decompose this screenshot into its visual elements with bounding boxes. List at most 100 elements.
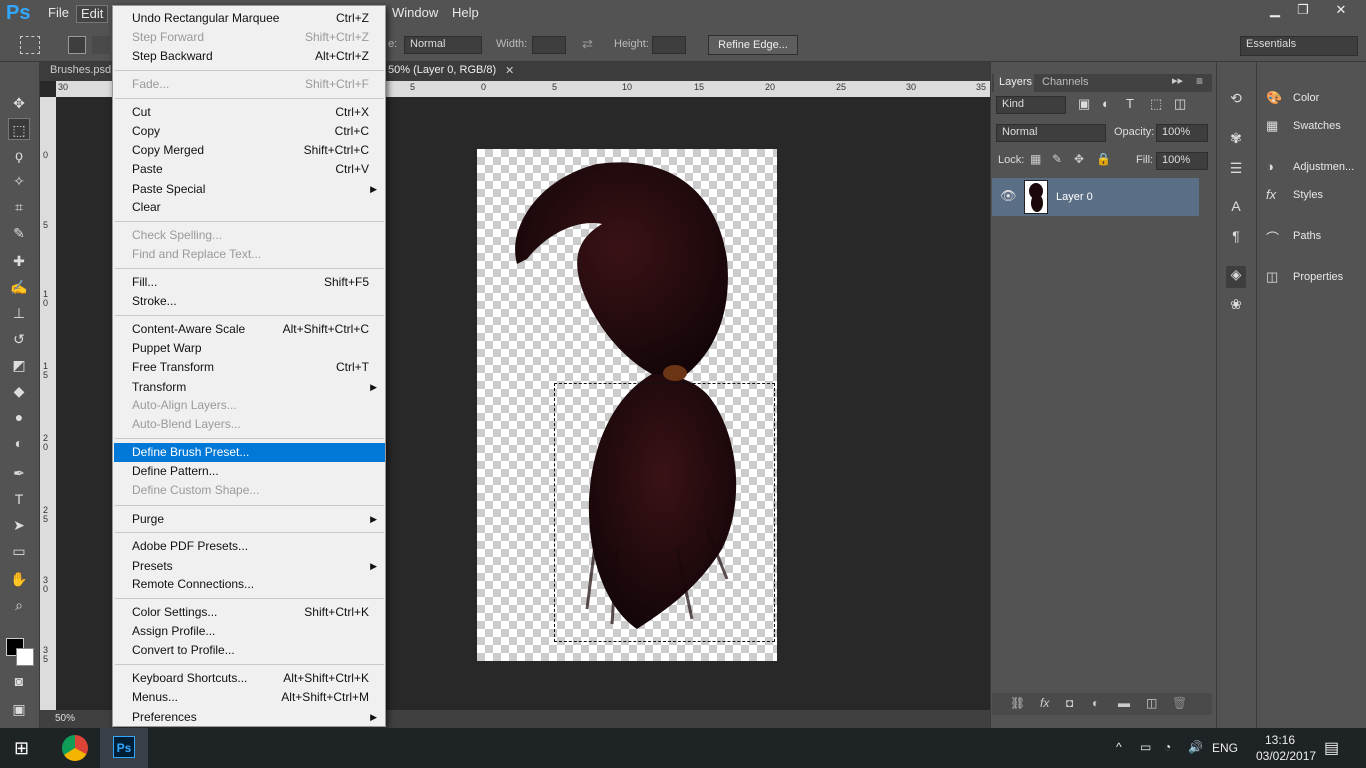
filter-shape-icon[interactable]: ⬚ <box>1150 96 1162 112</box>
menu-item-menus[interactable]: Menus... Alt+Shift+Ctrl+M <box>114 688 385 707</box>
clone-stamp-tool-icon[interactable]: ⊥ <box>8 302 30 324</box>
menu-item-puppet-warp[interactable]: Puppet Warp <box>114 339 385 358</box>
adjustment-layer-icon[interactable]: ◐ <box>1092 696 1099 710</box>
healing-brush-tool-icon[interactable]: ✚ <box>8 250 30 272</box>
opacity-field[interactable]: 100% <box>1156 124 1208 142</box>
tab-brushes[interactable]: Brushes.psd <box>50 64 111 76</box>
tab-layers[interactable]: Layers <box>994 74 1034 92</box>
channels-icon[interactable]: ❀ <box>1226 296 1246 313</box>
clock-time[interactable]: 13:16 <box>1265 733 1295 747</box>
brush-tool-icon[interactable]: ✍ <box>8 276 30 298</box>
layers-stack-icon[interactable]: ◈ <box>1226 266 1246 288</box>
chrome-icon[interactable] <box>62 735 88 761</box>
link-layers-icon[interactable]: ⛓ <box>1010 696 1025 710</box>
refine-edge-button[interactable]: Refine Edge... <box>708 35 798 55</box>
menu-file[interactable]: File <box>44 5 73 23</box>
move-tool-icon[interactable]: ✥ <box>8 92 30 114</box>
menu-item-presets[interactable]: Presets ▶ <box>114 557 385 576</box>
battery-icon[interactable]: ▭ <box>1140 740 1151 754</box>
menu-item-copy-merged[interactable]: Copy Merged Shift+Ctrl+C <box>114 141 385 160</box>
menu-item-paste[interactable]: Paste Ctrl+V <box>114 160 385 179</box>
layer-style-icon[interactable]: fx <box>1040 696 1049 710</box>
style-select[interactable]: Normal <box>404 36 482 54</box>
swap-icon[interactable]: ⇄ <box>582 36 593 52</box>
panel-styles[interactable]: Styles <box>1293 189 1323 201</box>
panel-paths[interactable]: Paths <box>1293 230 1321 242</box>
menu-item-copy[interactable]: Copy Ctrl+C <box>114 122 385 141</box>
menu-item-keyboard-shortcuts[interactable]: Keyboard Shortcuts... Alt+Shift+Ctrl+K <box>114 669 385 688</box>
visibility-eye-icon[interactable]: 👁 <box>1000 188 1017 204</box>
filter-smart-object-icon[interactable]: ◫ <box>1174 96 1186 112</box>
menu-item-preferences[interactable]: Preferences ▶ <box>114 708 385 727</box>
blend-mode-select[interactable]: Normal <box>996 124 1106 142</box>
wifi-icon[interactable]: ◔ <box>1164 740 1171 754</box>
selection-marquee[interactable] <box>554 383 775 642</box>
menu-item-adobe-pdf-presets[interactable]: Adobe PDF Presets... <box>114 537 385 556</box>
filter-adjustment-icon[interactable]: ◐ <box>1102 96 1110 111</box>
paint-bucket-tool-icon[interactable]: ◆ <box>8 380 30 402</box>
quick-mask-icon[interactable]: ◙ <box>8 670 30 692</box>
menu-item-color-settings[interactable]: Color Settings... Shift+Ctrl+K <box>114 603 385 622</box>
tab-channels[interactable]: Channels <box>1042 76 1088 88</box>
dodge-tool-icon[interactable]: ◐ <box>8 432 30 454</box>
menu-item-transform[interactable]: Transform ▶ <box>114 378 385 397</box>
layer-name[interactable]: Layer 0 <box>1056 191 1093 203</box>
adjustments-icon[interactable]: ◑ <box>1266 159 1274 174</box>
paragraph-icon[interactable]: ¶ <box>1226 228 1246 244</box>
lasso-tool-icon[interactable]: ϙ <box>8 144 30 166</box>
history-brush-tool-icon[interactable]: ↺ <box>8 328 30 350</box>
eyedropper-tool-icon[interactable]: ✎ <box>8 222 30 244</box>
menu-item-cut[interactable]: Cut Ctrl+X <box>114 103 385 122</box>
path-selection-tool-icon[interactable]: ➤ <box>8 514 30 536</box>
width-field[interactable] <box>532 36 566 54</box>
hand-tool-icon[interactable]: ✋ <box>8 568 30 590</box>
minimize-button[interactable]: ▁ <box>1260 0 1290 20</box>
panel-properties[interactable]: Properties <box>1293 271 1343 283</box>
styles-icon[interactable]: fx <box>1266 187 1276 202</box>
lock-pixels-icon[interactable]: ✎ <box>1052 152 1062 166</box>
rectangle-tool-icon[interactable]: ▭ <box>8 540 30 562</box>
filter-pixel-icon[interactable]: ▣ <box>1078 96 1090 112</box>
new-group-icon[interactable]: ▬ <box>1118 696 1130 710</box>
menu-item-free-transform[interactable]: Free Transform Ctrl+T <box>114 358 385 377</box>
panel-adjustments[interactable]: Adjustmen... <box>1293 161 1354 173</box>
tab-active-document[interactable]: 50% (Layer 0, RGB/8) <box>388 64 496 76</box>
add-mask-icon[interactable]: ◘ <box>1066 696 1073 710</box>
menu-item-define-brush-preset[interactable]: Define Brush Preset... <box>114 443 385 462</box>
menu-item-undo-rectangular-marquee[interactable]: Undo Rectangular Marquee Ctrl+Z <box>114 9 385 28</box>
menu-item-fill[interactable]: Fill... Shift+F5 <box>114 273 385 292</box>
swatches-icon[interactable]: ▦ <box>1266 118 1278 134</box>
close-button[interactable]: ✕ <box>1324 0 1358 20</box>
layer-filter-select[interactable]: Kind <box>996 96 1066 114</box>
panel-swatches[interactable]: Swatches <box>1293 120 1341 132</box>
restore-button[interactable]: ❐ <box>1288 0 1318 20</box>
panel-color[interactable]: Color <box>1293 92 1319 104</box>
color-icon[interactable]: 🎨 <box>1266 90 1282 106</box>
language-indicator[interactable]: ENG <box>1212 741 1238 755</box>
menu-help[interactable]: Help <box>448 5 483 23</box>
menu-item-paste-special[interactable]: Paste Special ▶ <box>114 180 385 199</box>
panel-expand-icon[interactable]: ▸▸ <box>1172 74 1183 87</box>
paths-icon[interactable]: ⌒ <box>1266 228 1279 247</box>
crop-tool-icon[interactable]: ⌗ <box>8 196 30 218</box>
pen-tool-icon[interactable]: ✒ <box>8 462 30 484</box>
menu-item-purge[interactable]: Purge ▶ <box>114 510 385 529</box>
volume-icon[interactable]: 🔊 <box>1188 740 1203 754</box>
lock-all-icon[interactable]: 🔒 <box>1096 152 1111 166</box>
lock-transparent-icon[interactable]: ▦ <box>1030 152 1041 166</box>
history-icon[interactable]: ⟲ <box>1226 90 1246 107</box>
tab-close-icon[interactable]: ✕ <box>505 64 514 77</box>
type-tool-icon[interactable]: T <box>8 488 30 510</box>
background-color-swatch[interactable] <box>16 648 34 666</box>
brush-settings-icon[interactable]: ☰ <box>1226 160 1246 177</box>
menu-item-remote-connections[interactable]: Remote Connections... <box>114 575 385 594</box>
clock-date[interactable]: 03/02/2017 <box>1256 749 1316 763</box>
properties-icon[interactable]: ◫ <box>1266 269 1278 285</box>
eraser-tool-icon[interactable]: ◩ <box>8 354 30 376</box>
menu-item-convert-to-profile[interactable]: Convert to Profile... <box>114 641 385 660</box>
menu-item-step-backward[interactable]: Step Backward Alt+Ctrl+Z <box>114 47 385 66</box>
menu-item-content-aware-scale[interactable]: Content-Aware Scale Alt+Shift+Ctrl+C <box>114 320 385 339</box>
new-layer-icon[interactable]: ◫ <box>1146 696 1157 710</box>
fill-field[interactable]: 100% <box>1156 152 1208 170</box>
filter-type-icon[interactable]: T <box>1126 96 1134 111</box>
